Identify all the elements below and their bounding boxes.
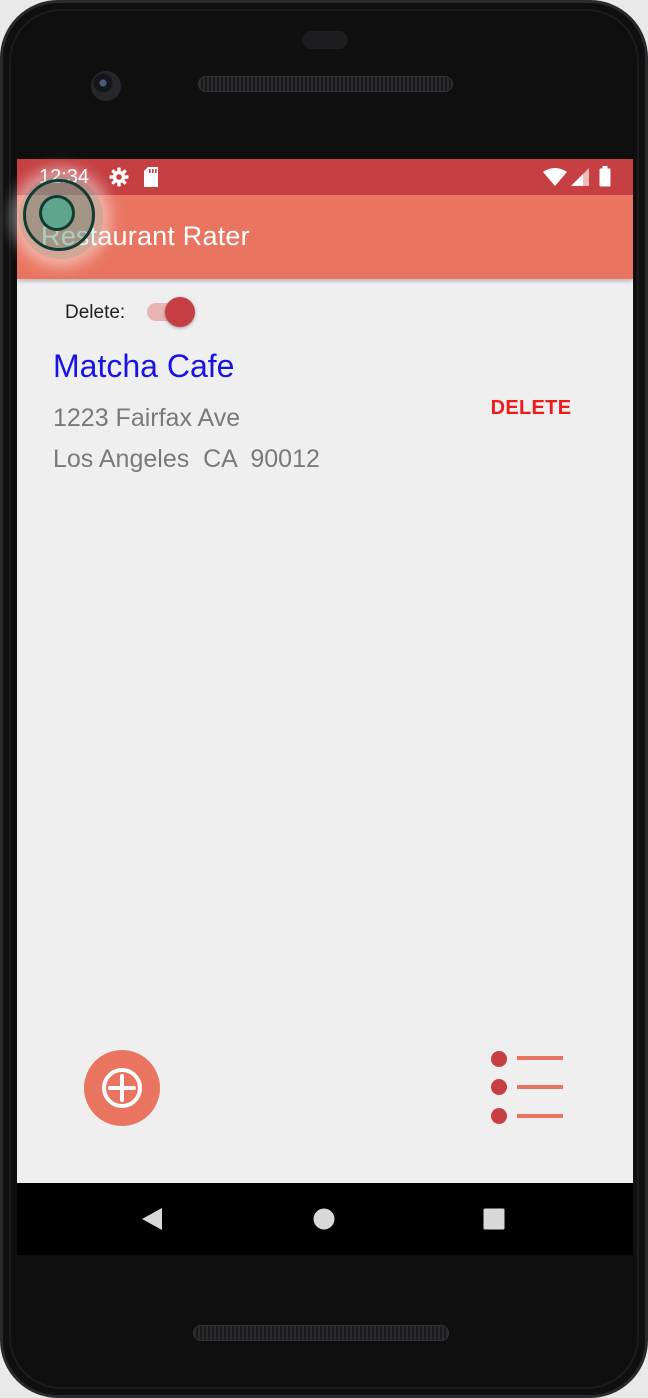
delete-restaurant-button[interactable]: DELETE bbox=[483, 393, 579, 423]
switch-thumb bbox=[165, 297, 195, 327]
delete-toggle-label: Delete: bbox=[65, 302, 126, 323]
restaurant-city-line: Los Angeles CA 90012 bbox=[53, 445, 320, 473]
status-bar: 12:34 bbox=[17, 159, 633, 195]
add-restaurant-button[interactable] bbox=[84, 1050, 160, 1126]
back-triangle-icon[interactable] bbox=[141, 1207, 163, 1236]
wifi-icon bbox=[543, 168, 567, 191]
battery-icon bbox=[599, 166, 611, 192]
phone-frame: 12:34 Restaurant Rater Delete: Matcha Ca… bbox=[0, 0, 648, 1398]
gear-icon bbox=[109, 167, 129, 192]
recents-square-icon[interactable] bbox=[483, 1208, 505, 1235]
app-screen: 12:34 Restaurant Rater Delete: Matcha Ca… bbox=[17, 159, 633, 1183]
touch-indicator-dot bbox=[39, 195, 75, 231]
front-camera bbox=[91, 71, 121, 101]
touch-indicator bbox=[19, 175, 103, 259]
restaurant-name: Matcha Cafe bbox=[53, 348, 235, 384]
delete-toggle-switch[interactable] bbox=[145, 296, 197, 328]
restaurant-list-button[interactable] bbox=[485, 1045, 569, 1129]
restaurant-street: 1223 Fairfax Ave bbox=[53, 404, 241, 432]
top-speaker-grille bbox=[198, 76, 453, 92]
sd-card-icon bbox=[143, 167, 159, 192]
home-circle-icon[interactable] bbox=[313, 1208, 335, 1235]
cell-signal-icon bbox=[571, 168, 589, 191]
app-bar: Restaurant Rater bbox=[17, 195, 633, 279]
earpiece bbox=[302, 31, 348, 49]
navigation-bar bbox=[17, 1183, 633, 1255]
bottom-speaker-grille bbox=[193, 1325, 449, 1341]
